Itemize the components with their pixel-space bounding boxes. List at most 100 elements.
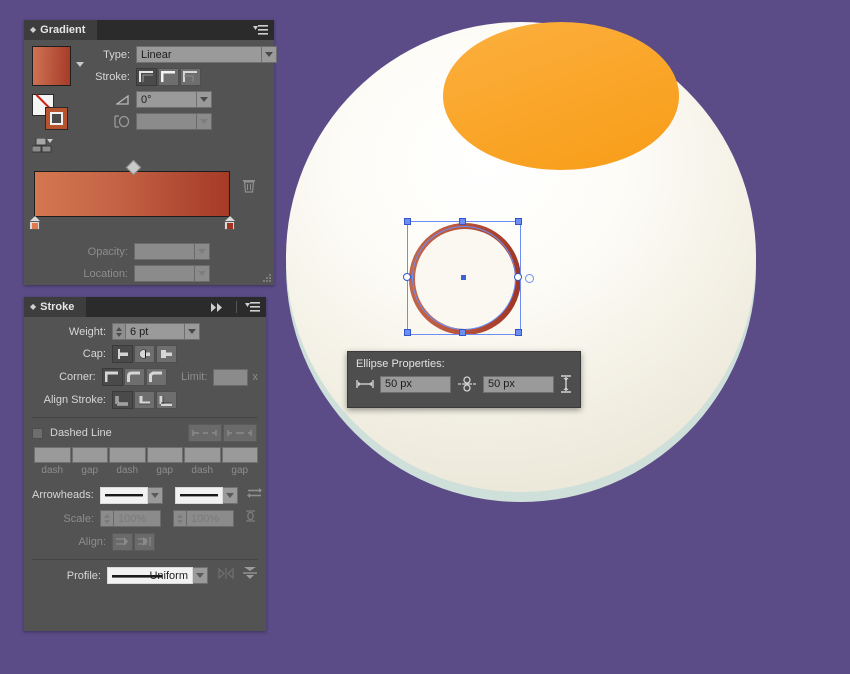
fill-stroke-toggle-icon[interactable] — [31, 137, 84, 159]
arrowhead-start-chevron-down-icon[interactable] — [147, 486, 163, 504]
stroke-cap-row: Cap: — [32, 345, 258, 363]
gradient-stop-right[interactable] — [224, 216, 235, 230]
gradient-opacity-input[interactable] — [134, 243, 195, 260]
flip-along-icon[interactable] — [218, 567, 234, 585]
gradient-slider[interactable] — [29, 159, 255, 230]
panel-menu-icon — [253, 24, 268, 35]
dash-field-2[interactable]: dash — [109, 447, 146, 476]
link-scales-icon[interactable] — [243, 509, 258, 528]
stroke-swatch-icon[interactable] — [45, 107, 68, 130]
gradient-aspect-input[interactable] — [136, 113, 197, 130]
profile-chevron-down-icon[interactable] — [193, 567, 208, 584]
dashed-line-checkbox[interactable] — [32, 427, 43, 439]
dash-input-1[interactable] — [71, 447, 108, 463]
dash-input-0[interactable] — [34, 447, 71, 463]
stroke-divider-2 — [32, 559, 258, 560]
ellipse-properties-tooltip[interactable]: Ellipse Properties: 50 px 50 px — [347, 351, 581, 408]
gradient-angle-chevron-down-icon[interactable] — [197, 91, 212, 108]
handle-bottom-center[interactable] — [459, 329, 466, 336]
profile-select[interactable]: Uniform — [107, 567, 193, 584]
flip-across-icon[interactable] — [242, 566, 258, 585]
arrowhead-end-select[interactable] — [174, 486, 223, 504]
miter-join-button[interactable] — [101, 368, 123, 386]
arrowhead-align-label: Align: — [78, 536, 106, 548]
arrowhead-scale-row: Scale: 100% 100% — [32, 509, 258, 528]
scale-start-stepper[interactable] — [100, 510, 113, 527]
butt-cap-button[interactable] — [112, 345, 133, 363]
miter-limit-input[interactable] — [213, 368, 248, 386]
gradient-aspect-chevron-down-icon[interactable] — [197, 113, 212, 130]
gradient-panel-menu-button[interactable] — [249, 20, 274, 40]
align-dashes-to-corners-button[interactable] — [223, 424, 257, 442]
scale-end-input[interactable]: 100% — [186, 510, 234, 527]
dash-input-5[interactable] — [221, 447, 258, 463]
handle-middle-left[interactable] — [403, 273, 411, 281]
trash-icon[interactable] — [242, 177, 256, 197]
gradient-opacity-chevron-down-icon[interactable] — [195, 243, 210, 260]
dash-field-0[interactable]: dash — [34, 447, 71, 476]
gradient-location-chevron-down-icon[interactable] — [195, 265, 210, 282]
dash-field-3[interactable]: gap — [146, 447, 183, 476]
fill-stroke-indicator[interactable] — [32, 94, 68, 130]
gradient-swatch-chevron-down-icon[interactable] — [76, 62, 84, 67]
gradient-angle-input[interactable]: 0° — [136, 91, 197, 108]
dash-input-2[interactable] — [109, 447, 146, 463]
handle-bottom-left[interactable] — [404, 329, 411, 336]
apply-gradient-within-stroke-button[interactable] — [136, 68, 157, 86]
align-stroke-inside-button[interactable] — [134, 391, 155, 409]
stroke-weight-input[interactable]: 6 pt — [125, 323, 185, 340]
stroke-panel[interactable]: ◆ Stroke Weight: 6 pt Cap: Corner: Limit… — [24, 297, 266, 631]
place-arrow-tip-at-end-button[interactable] — [134, 533, 155, 551]
ellipse-height-input[interactable]: 50 px — [483, 375, 554, 393]
scale-start-input[interactable]: 100% — [113, 510, 161, 527]
egg-yolk-shape[interactable] — [443, 22, 679, 170]
dash-field-5[interactable]: gap — [221, 447, 258, 476]
gradient-stop-left[interactable] — [29, 216, 40, 230]
gradient-angle-icon — [84, 94, 136, 106]
ellipse-width-input[interactable]: 50 px — [380, 375, 451, 393]
selected-ellipse-group[interactable] — [403, 218, 534, 337]
arrowhead-end-chevron-down-icon[interactable] — [222, 486, 238, 504]
gradient-panel-resize-grip[interactable] — [262, 273, 272, 283]
handle-bottom-right[interactable] — [515, 329, 522, 336]
gradient-panel[interactable]: ◆ Gradient Type: Linear Stroke: 0° Opaci… — [24, 20, 277, 285]
apply-gradient-across-stroke-button[interactable] — [180, 68, 201, 86]
gradient-preview-bar[interactable] — [34, 171, 230, 217]
stroke-panel-menu-button[interactable] — [241, 297, 266, 317]
tab-gradient[interactable]: ◆ Gradient — [24, 20, 98, 40]
bevel-join-button[interactable] — [145, 368, 167, 386]
gradient-location-input[interactable] — [134, 265, 195, 282]
handle-top-left[interactable] — [404, 218, 411, 225]
preserve-exact-dash-lengths-button[interactable] — [188, 424, 222, 442]
tab-stroke[interactable]: ◆ Stroke — [24, 297, 87, 317]
gradient-location-label: Location: — [83, 267, 128, 280]
gradient-type-select[interactable]: Linear — [136, 46, 262, 63]
dash-field-4[interactable]: dash — [184, 447, 221, 476]
live-shape-widget-icon[interactable] — [525, 274, 534, 283]
swap-arrowheads-icon[interactable] — [246, 486, 262, 504]
dash-input-3[interactable] — [146, 447, 183, 463]
align-stroke-outside-button[interactable] — [156, 391, 177, 409]
handle-middle-right[interactable] — [514, 273, 522, 281]
ellipse-properties-title: Ellipse Properties: — [356, 358, 445, 370]
round-cap-button[interactable] — [134, 345, 155, 363]
apply-gradient-along-stroke-button[interactable] — [158, 68, 179, 86]
stroke-weight-stepper[interactable] — [112, 323, 125, 340]
stroke-weight-chevron-down-icon[interactable] — [185, 323, 200, 340]
constrain-proportions-icon[interactable] — [457, 376, 477, 392]
dash-field-1[interactable]: gap — [71, 447, 108, 476]
handle-top-center[interactable] — [459, 218, 466, 225]
handle-top-right[interactable] — [515, 218, 522, 225]
dash-input-4[interactable] — [184, 447, 221, 463]
projecting-cap-button[interactable] — [156, 345, 177, 363]
stroke-panel-tabbar[interactable]: ◆ Stroke — [24, 297, 266, 317]
scale-end-stepper[interactable] — [173, 510, 186, 527]
gradient-swatch[interactable] — [32, 46, 71, 86]
round-join-button[interactable] — [123, 368, 145, 386]
align-stroke-center-button[interactable] — [112, 391, 133, 409]
arrowhead-start-select[interactable] — [99, 486, 148, 504]
double-arrow-icon[interactable] — [211, 297, 232, 317]
extend-arrow-tip-beyond-end-button[interactable] — [112, 533, 133, 551]
gradient-panel-tabbar[interactable]: ◆ Gradient — [24, 20, 274, 40]
gradient-type-chevron-down-icon[interactable] — [262, 46, 277, 63]
